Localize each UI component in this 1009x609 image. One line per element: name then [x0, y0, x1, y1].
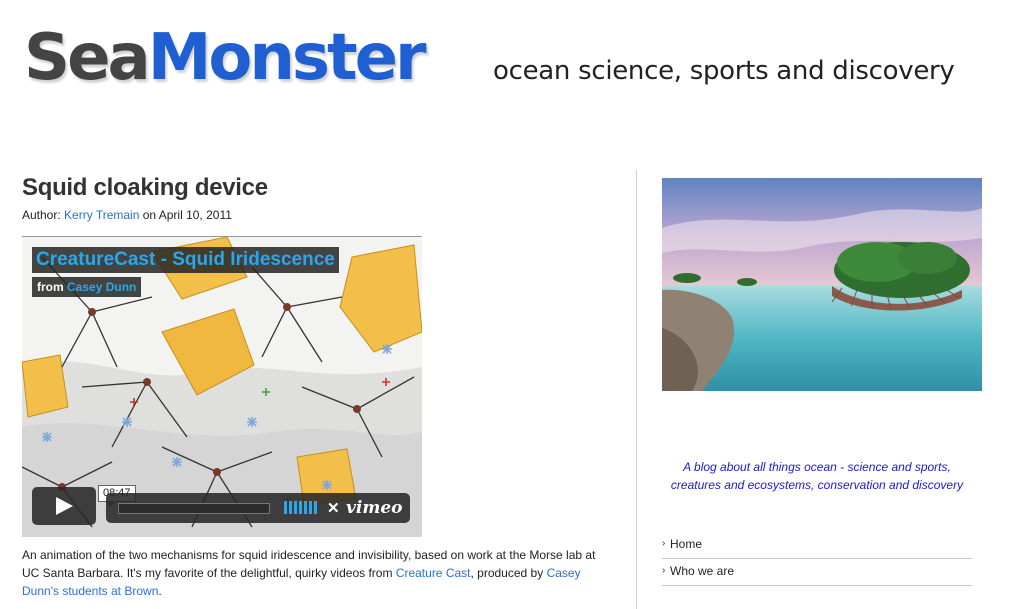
post-title: Squid cloaking device — [22, 174, 268, 201]
nav-item-home[interactable]: › Home — [662, 532, 972, 559]
nav-item-label: Home — [670, 537, 703, 551]
video-player[interactable]: CreatureCast - Squid Iridescence from Ca… — [22, 236, 422, 537]
byline-author-prefix: Author: — [22, 208, 65, 222]
video-controls: ✕ vimeo — [106, 493, 410, 523]
sidebar-photo — [662, 178, 982, 391]
description-text-2: , produced by — [470, 566, 547, 580]
video-title[interactable]: CreatureCast - Squid Iridescence — [32, 247, 339, 273]
sidebar-nav: › Home › Who we are — [662, 532, 972, 586]
chevron-right-icon: › — [662, 538, 666, 549]
video-from-label: from — [37, 280, 67, 294]
column-divider — [636, 170, 637, 609]
post-byline: Author: Kerry Tremain on April 10, 2011 — [22, 208, 232, 222]
fullscreen-icon[interactable]: ✕ — [327, 499, 340, 517]
volume-control[interactable] — [284, 501, 317, 514]
logo-part-sea: Sea — [24, 21, 151, 95]
site-tagline: ocean science, sports and discovery — [493, 56, 955, 86]
author-link[interactable]: Kerry Tremain — [64, 208, 139, 222]
post-description: An animation of the two mechanisms for s… — [22, 546, 612, 600]
nav-item-who-we-are[interactable]: › Who we are — [662, 559, 972, 586]
video-progress-bar[interactable] — [118, 503, 270, 514]
creature-cast-link[interactable]: Creature Cast — [396, 566, 471, 580]
description-text-3: . — [158, 584, 162, 598]
site-description: A blog about all things ocean - science … — [670, 460, 964, 492]
video-author-link[interactable]: Casey Dunn — [67, 280, 136, 294]
nav-item-label: Who we are — [670, 564, 735, 578]
chevron-right-icon: › — [662, 565, 666, 576]
logo-part-monster: Monster — [147, 21, 427, 95]
video-byline: from Casey Dunn — [32, 277, 142, 297]
post-date: on April 10, 2011 — [139, 208, 232, 222]
vimeo-logo[interactable]: vimeo — [346, 498, 402, 518]
site-logo[interactable]: SeaMonster — [24, 18, 427, 98]
play-button[interactable] — [32, 487, 96, 525]
